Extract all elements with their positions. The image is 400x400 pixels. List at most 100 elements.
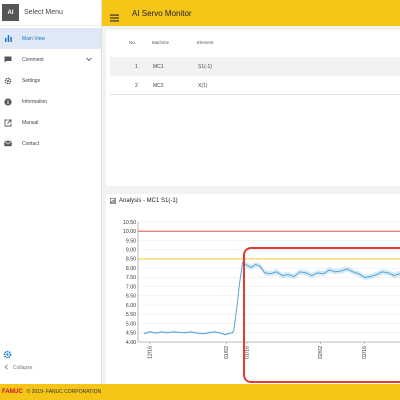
data-point[interactable] [214, 331, 215, 333]
bar-chart-icon [4, 35, 12, 43]
column-header-machine: Machine [152, 40, 170, 45]
sidebar-title: Select Menu [24, 9, 63, 16]
column-header-element: Element [197, 40, 214, 45]
sidebar: AI Select Menu Main View Comment Setting… [0, 0, 102, 384]
x-tick-label: 12/16 [147, 346, 153, 359]
data-point[interactable] [346, 268, 348, 270]
settings-gear-icon[interactable] [3, 346, 12, 359]
data-point[interactable] [364, 277, 366, 278]
y-tick-label: 7.50 [126, 275, 136, 281]
data-point[interactable] [236, 308, 238, 310]
data-point[interactable] [293, 276, 295, 277]
y-tick-label: 8.50 [126, 257, 136, 263]
comment-icon [4, 56, 12, 64]
data-point[interactable] [387, 272, 389, 274]
hamburger-menu-icon[interactable] [110, 9, 119, 22]
chevron-left-icon [4, 364, 9, 372]
fanuc-logo: FANUC [2, 389, 23, 395]
data-point[interactable] [329, 269, 330, 271]
x-tick-label: 02/02 [318, 346, 324, 359]
cell-machine: MC1 [153, 64, 164, 70]
analysis-panel: Analysis - MC1 S1(-1) 10.50 10.00 9.50 9.00… [106, 194, 400, 384]
sidebar-nav: Main View Comment Settings Information M… [0, 28, 101, 154]
sidebar-item-label: Information [22, 98, 48, 105]
y-tick-label: 6.00 [126, 303, 136, 309]
data-point[interactable] [276, 271, 277, 273]
chevron-down-icon[interactable] [85, 55, 93, 63]
data-point[interactable] [270, 273, 271, 275]
data-point[interactable] [220, 332, 221, 334]
data-point[interactable] [334, 271, 336, 273]
data-point[interactable] [340, 270, 342, 272]
sidebar-item-main-view[interactable]: Main View [0, 28, 101, 49]
data-point[interactable] [305, 272, 307, 274]
sidebar-item-label: Contact [22, 140, 40, 147]
y-tick-label: 5.00 [126, 321, 136, 327]
data-point[interactable] [255, 264, 257, 265]
sidebar-item-settings[interactable]: Settings [0, 70, 101, 91]
data-point[interactable] [155, 332, 157, 334]
data-point[interactable] [358, 273, 360, 275]
data-point[interactable] [231, 332, 233, 334]
data-point[interactable] [393, 275, 395, 276]
data-point[interactable] [381, 271, 383, 273]
collapse-button[interactable]: Collapse [4, 364, 32, 372]
data-point[interactable] [299, 271, 301, 273]
data-point[interactable] [317, 272, 318, 274]
data-point[interactable] [196, 332, 198, 334]
data-point[interactable] [259, 265, 261, 267]
data-point[interactable] [287, 274, 289, 275]
data-point[interactable] [149, 331, 151, 333]
cell-no: 1 [135, 64, 138, 70]
y-tick-label: 10.50 [123, 220, 136, 226]
sidebar-item-contact[interactable]: Contact [0, 133, 101, 154]
ai-logo-icon: AI [2, 4, 19, 21]
data-point[interactable] [227, 333, 229, 335]
mail-icon [4, 140, 12, 148]
app-header: AI Servo Monitor [102, 0, 400, 26]
x-tick-label: 01/16 [244, 346, 250, 359]
data-point[interactable] [352, 271, 354, 273]
data-point[interactable] [224, 334, 226, 335]
table-row[interactable]: 1 MC1 S1(-1) [110, 57, 400, 76]
data-point[interactable] [242, 262, 243, 263]
x-tick-label: 02/16 [362, 346, 368, 359]
data-point[interactable] [161, 331, 163, 333]
data-point[interactable] [311, 275, 313, 276]
cell-element: S1(-1) [198, 64, 212, 70]
data-point[interactable] [178, 332, 180, 333]
sidebar-item-information[interactable]: Information [0, 91, 101, 112]
data-point[interactable] [370, 276, 371, 277]
data-point[interactable] [376, 274, 377, 275]
y-tick-label: 7.00 [126, 284, 136, 290]
y-tick-label: 9.00 [126, 247, 136, 253]
data-point[interactable] [281, 275, 283, 276]
collapse-label: Collapse [13, 365, 33, 371]
data-point[interactable] [323, 273, 324, 275]
data-point[interactable] [184, 332, 186, 334]
app-footer: FANUC © 2019- FANUC CORPORATION [0, 384, 400, 400]
app-title: AI Servo Monitor [132, 8, 192, 18]
data-point[interactable] [239, 282, 240, 284]
data-point[interactable] [208, 332, 210, 334]
data-point[interactable] [246, 265, 248, 266]
data-point[interactable] [167, 332, 168, 334]
data-point[interactable] [190, 331, 192, 333]
data-point[interactable] [251, 266, 252, 268]
sidebar-item-comment[interactable]: Comment [0, 49, 101, 70]
series-band [144, 259, 400, 336]
data-point[interactable] [173, 331, 174, 333]
data-point[interactable] [233, 330, 235, 332]
sidebar-item-label: Settings [22, 77, 41, 84]
data-point[interactable] [202, 333, 204, 335]
machine-table: No. Machine Element 1 MC1 S1(-1) 2 MC2 X… [106, 30, 400, 186]
cell-machine: MC2 [153, 83, 164, 89]
data-point[interactable] [143, 333, 145, 335]
analysis-chart[interactable]: 10.50 10.00 9.50 9.00 8.50 8.00 7.50 7.00 6.50 6.… [106, 194, 400, 384]
sidebar-item-manual[interactable]: Manual [0, 112, 101, 133]
sidebar-item-label: Main View [22, 35, 45, 42]
y-tick-label: 6.50 [126, 294, 136, 300]
table-row[interactable]: 2 MC2 X(1) [110, 76, 400, 95]
data-point[interactable] [264, 272, 265, 274]
sidebar-brand: AI Select Menu [0, 0, 101, 26]
